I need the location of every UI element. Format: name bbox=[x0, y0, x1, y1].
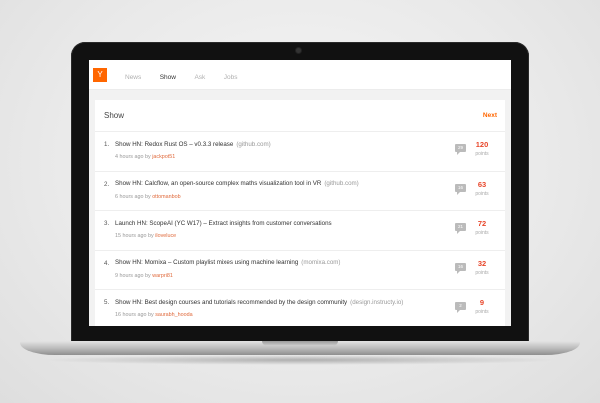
story-points: 63 points bbox=[471, 180, 493, 197]
nav-links: News Show Ask Jobs bbox=[125, 66, 251, 84]
comment-bubble-icon[interactable]: 16 bbox=[455, 262, 466, 274]
story-points: 9 points bbox=[471, 298, 493, 315]
story-points: 32 points bbox=[471, 259, 493, 276]
story-title[interactable]: Show HN: Redox Rust OS – v0.3.3 release bbox=[115, 141, 233, 148]
story-title-line: Show HN: Momixa – Custom playlist mixes … bbox=[115, 259, 341, 266]
points-value: 63 bbox=[477, 179, 487, 189]
points-value: 32 bbox=[477, 258, 487, 268]
points-label: points bbox=[475, 230, 489, 236]
story-rank: 4. bbox=[104, 259, 110, 267]
story-time: 15 hours ago bbox=[115, 233, 147, 239]
story-user[interactable]: jackpot51 bbox=[152, 154, 175, 160]
card-header: Show Next bbox=[95, 100, 505, 132]
story-by: by bbox=[144, 193, 151, 200]
story-title-line: Show HN: Calcflow, an open-source comple… bbox=[115, 180, 359, 187]
story-meta: 4 hours ago by jackpot51 bbox=[115, 154, 175, 160]
comment-bubble-icon[interactable]: 16 bbox=[455, 183, 466, 195]
comment-bubble-icon[interactable]: 21 bbox=[455, 223, 466, 234]
story-points: 72 points bbox=[471, 219, 493, 236]
story-rank: 1. bbox=[104, 141, 110, 148]
story-domain[interactable]: (momixa.com) bbox=[301, 259, 340, 266]
story-title[interactable]: Show HN: Momixa – Custom playlist mixes … bbox=[115, 259, 298, 266]
story-rank: 2. bbox=[104, 180, 110, 188]
story-meta: 9 hours ago by warpri81 bbox=[115, 273, 173, 279]
story-meta: 16 hours ago by saurabh_hooda bbox=[115, 312, 193, 318]
page-title: Show bbox=[104, 111, 125, 120]
nav-ask[interactable]: Ask bbox=[194, 74, 205, 81]
story-row: 2. Show HN: Calcflow, an open-source com… bbox=[95, 172, 505, 211]
story-row: 4. Show HN: Momixa – Custom playlist mix… bbox=[95, 251, 505, 290]
camera-icon bbox=[296, 48, 301, 53]
story-by: by bbox=[147, 312, 154, 318]
story-row: 3. Launch HN: ScopeAI (YC W17) – Extract… bbox=[95, 211, 505, 251]
points-label: points bbox=[475, 190, 489, 197]
story-title[interactable]: Launch HN: ScopeAI (YC W17) – Extract in… bbox=[115, 220, 332, 227]
top-nav: Y News Show Ask Jobs bbox=[89, 60, 511, 90]
story-rank: 3. bbox=[104, 220, 110, 227]
next-link[interactable]: Next bbox=[483, 112, 497, 119]
laptop-shadow bbox=[40, 355, 560, 365]
background: Y News Show Ask Jobs Show Next 1. Show H… bbox=[0, 0, 600, 403]
story-meta: 6 hours ago by ottomanbob bbox=[115, 194, 181, 200]
story-title[interactable]: Show HN: Best design courses and tutoria… bbox=[115, 299, 347, 306]
story-domain[interactable]: (design.instructy.io) bbox=[350, 299, 403, 306]
story-by: by bbox=[144, 154, 151, 160]
story-title-line: Launch HN: ScopeAI (YC W17) – Extract in… bbox=[115, 220, 335, 227]
story-rank: 5. bbox=[104, 299, 110, 306]
story-user[interactable]: iloveluce bbox=[155, 233, 176, 239]
points-value: 9 bbox=[479, 298, 485, 307]
points-label: points bbox=[475, 269, 489, 276]
story-user[interactable]: ottomanbob bbox=[152, 194, 180, 200]
story-row: 5. Show HN: Best design courses and tuto… bbox=[95, 290, 505, 326]
nav-jobs[interactable]: Jobs bbox=[224, 74, 238, 81]
story-meta: 15 hours ago by iloveluce bbox=[115, 233, 176, 239]
points-label: points bbox=[475, 151, 489, 157]
points-label: points bbox=[475, 309, 489, 315]
nav-news[interactable]: News bbox=[125, 74, 141, 81]
story-user[interactable]: warpri81 bbox=[152, 273, 173, 279]
comment-bubble-icon[interactable]: 29 bbox=[455, 144, 466, 155]
story-points: 120 points bbox=[471, 140, 493, 157]
story-domain[interactable]: (github.com) bbox=[236, 141, 270, 148]
laptop-notch bbox=[262, 341, 338, 346]
site-logo[interactable]: Y bbox=[93, 67, 107, 82]
story-by: by bbox=[144, 272, 151, 279]
story-domain[interactable]: (github.com) bbox=[324, 180, 358, 187]
points-value: 72 bbox=[477, 219, 487, 228]
story-user[interactable]: saurabh_hooda bbox=[155, 312, 192, 318]
story-title-line: Show HN: Redox Rust OS – v0.3.3 release(… bbox=[115, 141, 271, 148]
story-by: by bbox=[147, 233, 154, 239]
story-title-line: Show HN: Best design courses and tutoria… bbox=[115, 299, 403, 306]
nav-show[interactable]: Show bbox=[160, 74, 176, 81]
points-value: 120 bbox=[475, 140, 489, 149]
screen: Y News Show Ask Jobs Show Next 1. Show H… bbox=[89, 60, 511, 326]
story-time: 9 hours ago bbox=[115, 272, 144, 279]
stories-card: Show Next 1. Show HN: Redox Rust OS – v0… bbox=[95, 100, 505, 326]
story-title[interactable]: Show HN: Calcflow, an open-source comple… bbox=[115, 180, 321, 187]
story-time: 6 hours ago bbox=[115, 193, 144, 200]
story-time: 16 hours ago bbox=[115, 312, 147, 318]
comment-bubble-icon[interactable]: 2 bbox=[455, 302, 466, 313]
story-time: 4 hours ago bbox=[115, 154, 144, 160]
story-row: 1. Show HN: Redox Rust OS – v0.3.3 relea… bbox=[95, 132, 505, 172]
